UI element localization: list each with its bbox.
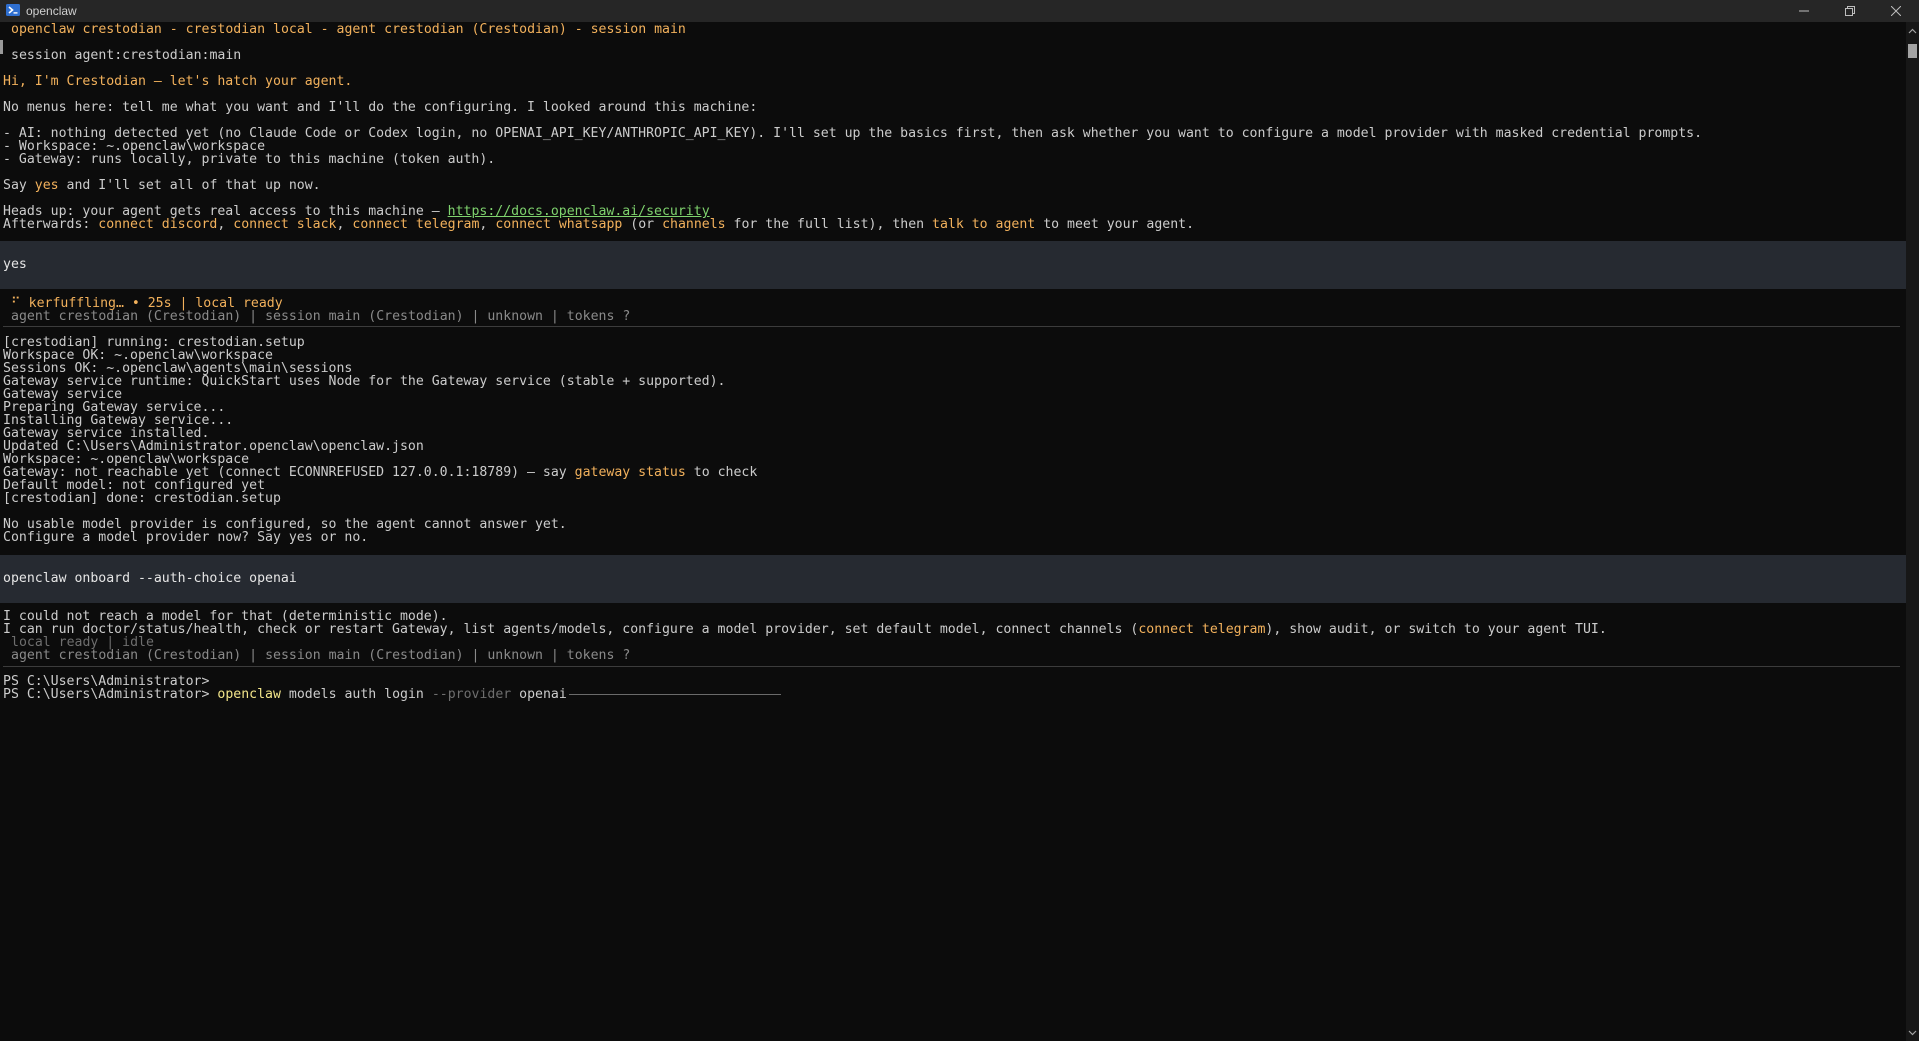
user-input-text: openclaw onboard --auth-choice openai <box>3 571 297 586</box>
divider <box>3 326 1900 327</box>
cmd-gateway-status: gateway status <box>574 465 686 480</box>
scrollbar-thumb[interactable] <box>1908 44 1917 58</box>
cmd-connect-whatsapp: connect whatsapp <box>495 217 623 232</box>
restore-button[interactable] <box>1827 0 1873 22</box>
shell-command-line[interactable]: PS C:\Users\Administrator> openclaw mode… <box>3 687 781 703</box>
minimize-button[interactable] <box>1781 0 1827 22</box>
session-title: openclaw crestodian - crestodian local -… <box>11 22 686 37</box>
cmd-connect-discord: connect discord <box>98 217 218 232</box>
full-list-text: for the full list), then <box>725 217 933 232</box>
cmd-channels: channels <box>662 217 726 232</box>
capabilities-text: I can run doctor/status/health, check or… <box>3 622 1139 637</box>
user-message: yes <box>0 241 1906 289</box>
minimize-icon <box>1799 10 1809 12</box>
or-text: (or <box>622 217 663 232</box>
terminal-output[interactable]: openclaw crestodian - crestodian local -… <box>0 22 1906 1041</box>
close-button[interactable] <box>1873 0 1919 22</box>
divider <box>3 666 1900 667</box>
provider-question: Configure a model provider now? Say yes … <box>3 530 369 545</box>
cmd-talk-to-agent: talk to agent <box>932 217 1036 232</box>
meet-text: to meet your agent. <box>1035 217 1195 232</box>
separator: , <box>336 217 353 232</box>
capabilities-line: I can run doctor/status/health, check or… <box>3 622 1607 638</box>
line-marker <box>0 40 3 54</box>
close-icon <box>1891 6 1901 16</box>
user-message: openclaw onboard --auth-choice openai <box>0 555 1906 603</box>
scroll-up-icon[interactable] <box>1908 27 1917 36</box>
separator: , <box>217 217 234 232</box>
afterwards-label: Afterwards: <box>3 217 99 232</box>
say-suffix: and I'll set all of that up now. <box>58 178 321 193</box>
intro-text: No menus here: tell me what you want and… <box>3 100 758 115</box>
user-input-text: yes <box>3 257 27 272</box>
say-yes-line: Say yes and I'll set all of that up now. <box>3 178 321 194</box>
terminal-app-icon <box>6 4 20 16</box>
cmd-value: openai <box>519 687 567 702</box>
gateway-check-text: to check <box>685 465 758 480</box>
vertical-scrollbar[interactable] <box>1906 22 1919 1041</box>
cmd-flag: --provider <box>431 687 512 702</box>
say-prefix: Say <box>3 178 35 193</box>
session-id: session agent:crestodian:main <box>11 48 242 63</box>
shell-prompt: PS C:\Users\Administrator> <box>3 687 210 702</box>
separator: , <box>479 217 496 232</box>
cmd-connect-slack: connect slack <box>233 217 337 232</box>
cmd-connect-telegram: connect telegram <box>1138 622 1266 637</box>
cmd-connect-telegram: connect telegram <box>352 217 480 232</box>
status-info: agent crestodian (Crestodian) | session … <box>11 648 631 663</box>
cmd-executable: openclaw <box>217 687 281 702</box>
greeting: Hi, I'm Crestodian — let's hatch your ag… <box>3 74 353 89</box>
capabilities-suffix: ), show audit, or switch to your agent T… <box>1265 622 1607 637</box>
restore-icon <box>1845 6 1855 16</box>
log-line: [crestodian] done: crestodian.setup <box>3 491 281 506</box>
window-title: openclaw <box>26 4 77 18</box>
title-bar: openclaw <box>0 0 1919 22</box>
inline-suggestion-line <box>568 693 781 695</box>
gateway-status: - Gateway: runs locally, private to this… <box>3 152 496 167</box>
say-yes-keyword: yes <box>34 178 59 193</box>
scroll-down-icon[interactable] <box>1908 1028 1917 1037</box>
status-info: agent crestodian (Crestodian) | session … <box>11 309 631 324</box>
afterwards-line: Afterwards: connect discord, connect sla… <box>3 217 1194 233</box>
cmd-arguments: models auth login <box>288 687 424 702</box>
